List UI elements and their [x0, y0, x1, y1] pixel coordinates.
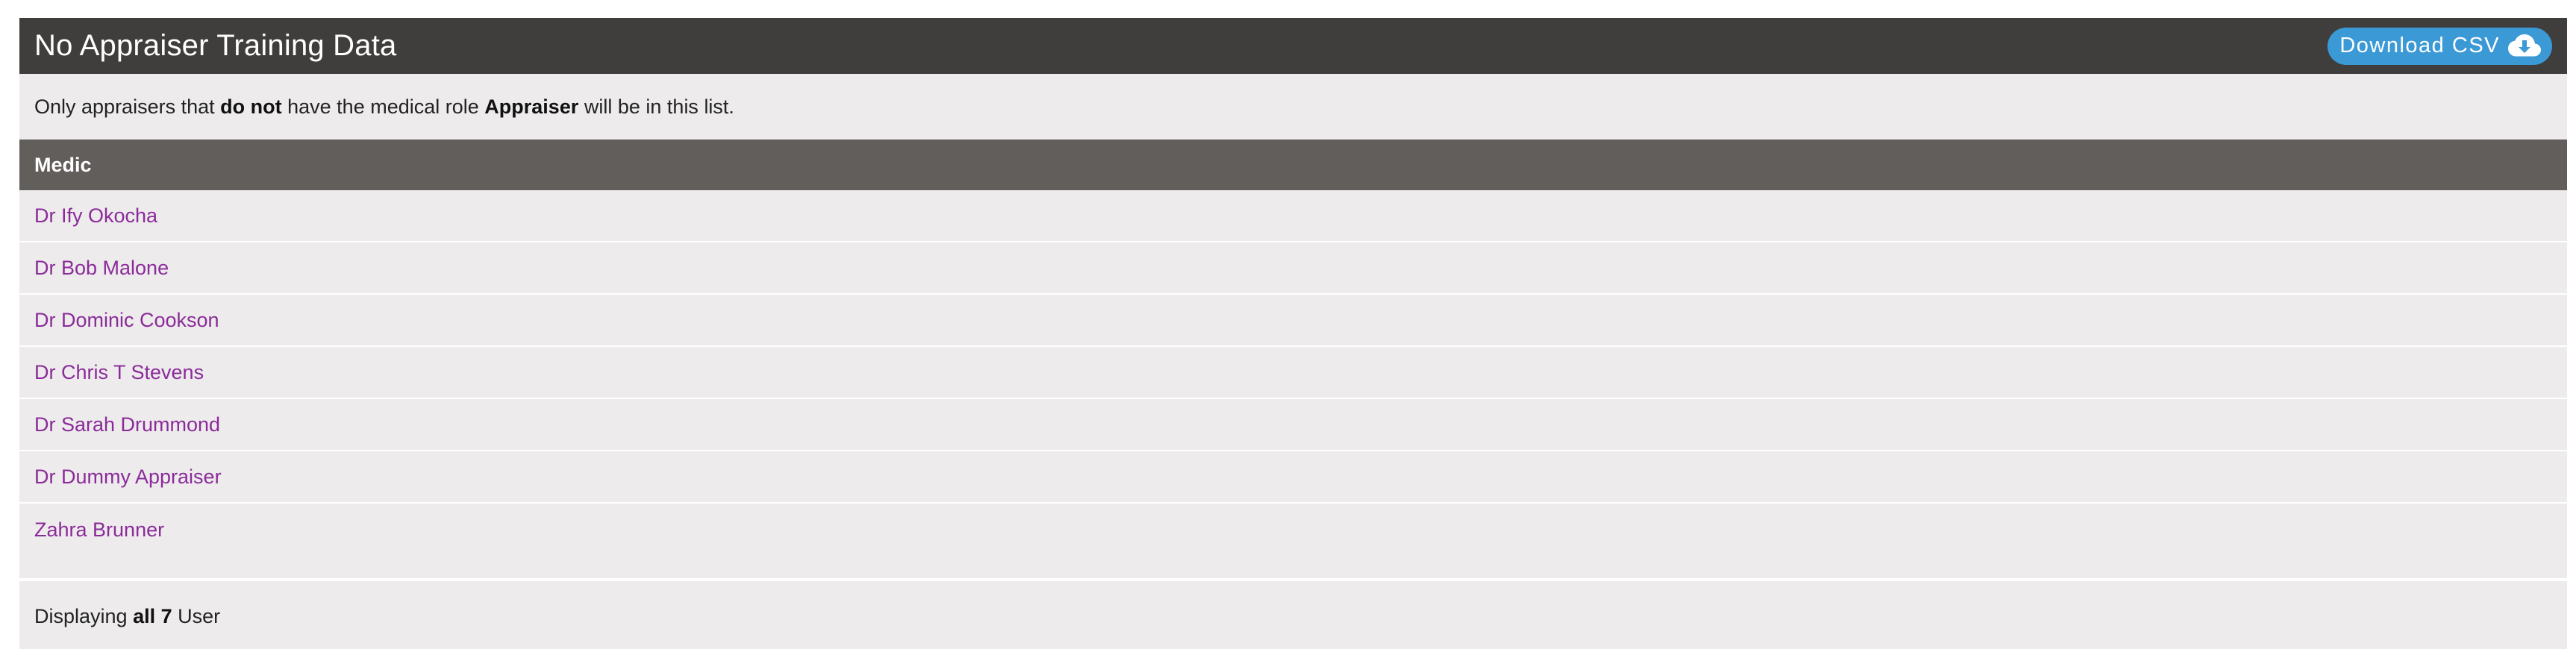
table-row: Zahra Brunner — [19, 504, 2567, 580]
medic-link[interactable]: Dr Sarah Drummond — [34, 413, 220, 436]
note-prefix: Only appraisers that — [34, 95, 215, 118]
table-row: Dr Chris T Stevens — [19, 347, 2567, 399]
note-middle: have the medical role — [287, 95, 479, 118]
table-row: Dr Dominic Cookson — [19, 295, 2567, 347]
note-emphasis-role: Appraiser — [484, 95, 579, 118]
table-header: Medic — [19, 140, 2567, 190]
table-row: Dr Ify Okocha — [19, 190, 2567, 242]
table-row: Dr Sarah Drummond — [19, 399, 2567, 451]
pagination-summary: Displaying all 7 User — [19, 580, 2567, 651]
medic-list: Dr Ify Okocha Dr Bob Malone Dr Dominic C… — [19, 190, 2567, 580]
table-row: Dr Bob Malone — [19, 242, 2567, 295]
panel-header: No Appraiser Training Data Download CSV — [19, 18, 2567, 74]
report-panel: No Appraiser Training Data Download CSV … — [19, 18, 2567, 649]
footer-count: all 7 — [133, 604, 172, 627]
medic-link[interactable]: Dr Ify Okocha — [34, 204, 157, 228]
medic-link[interactable]: Dr Bob Malone — [34, 257, 169, 280]
column-header-medic[interactable]: Medic — [34, 154, 92, 177]
table-row: Dr Dummy Appraiser — [19, 451, 2567, 504]
page-title: No Appraiser Training Data — [34, 29, 397, 62]
medic-link[interactable]: Dr Dummy Appraiser — [34, 466, 222, 489]
download-csv-label: Download CSV — [2339, 34, 2500, 57]
cloud-download-icon — [2508, 34, 2541, 56]
medic-link[interactable]: Zahra Brunner — [34, 518, 164, 542]
footer-suffix: User — [178, 604, 221, 627]
footer-prefix: Displaying — [34, 604, 128, 627]
download-csv-button[interactable]: Download CSV — [2328, 27, 2552, 65]
list-description: Only appraisers that do not have the med… — [19, 74, 2567, 140]
medic-link[interactable]: Dr Dominic Cookson — [34, 309, 219, 332]
medic-link[interactable]: Dr Chris T Stevens — [34, 361, 204, 384]
note-suffix: will be in this list. — [584, 95, 734, 118]
note-emphasis-do-not: do not — [220, 95, 282, 118]
